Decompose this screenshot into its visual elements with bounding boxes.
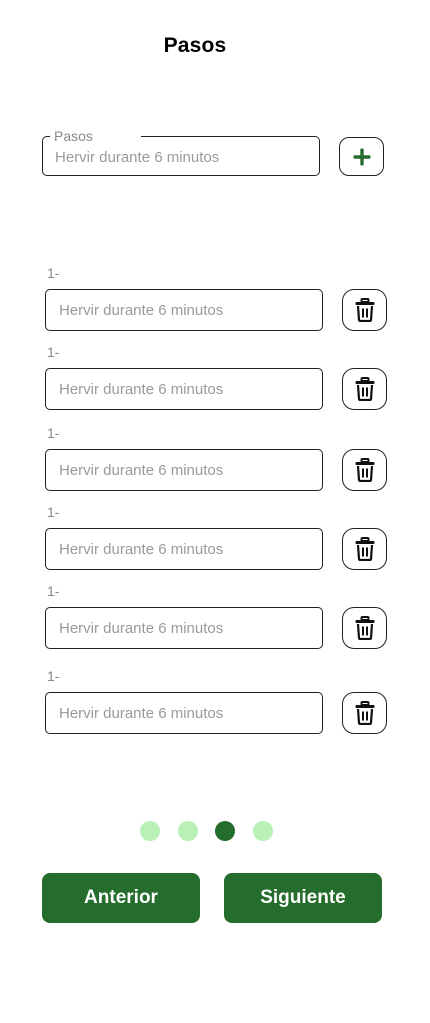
steps-screen: Pasos Pasos 1- 1- 1- 1- 1- 1- Anterior Siguie… (0, 0, 430, 1023)
delete-step-button[interactable] (342, 607, 387, 649)
step-number-label: 1- (47, 344, 60, 360)
step-input[interactable] (45, 692, 323, 734)
add-step-button[interactable] (339, 137, 384, 176)
trash-icon (355, 537, 374, 561)
trash-icon (355, 616, 374, 640)
plus-icon (353, 148, 370, 165)
step-input[interactable] (45, 449, 323, 491)
page-title: Pasos (163, 34, 227, 57)
pagination-dot-active (215, 821, 235, 841)
pagination-dot (178, 821, 198, 841)
delete-step-button[interactable] (342, 692, 387, 734)
trash-icon (355, 458, 374, 482)
step-entry-input[interactable] (55, 149, 305, 166)
delete-step-button[interactable] (342, 449, 387, 491)
step-number-label: 1- (47, 504, 60, 520)
delete-step-button[interactable] (342, 368, 387, 410)
trash-icon (355, 298, 374, 322)
step-number-label: 1- (47, 668, 60, 684)
next-button[interactable]: Siguiente (224, 873, 382, 923)
trash-icon (355, 701, 374, 725)
step-input[interactable] (45, 368, 323, 410)
pagination-dot (253, 821, 273, 841)
previous-button[interactable]: Anterior (42, 873, 200, 923)
step-input[interactable] (45, 607, 323, 649)
step-number-label: 1- (47, 265, 60, 281)
step-number-label: 1- (47, 425, 60, 441)
step-input[interactable] (45, 289, 323, 331)
step-input[interactable] (45, 528, 323, 570)
trash-icon (355, 377, 374, 401)
step-entry-label: Pasos (50, 128, 141, 144)
step-number-label: 1- (47, 583, 60, 599)
delete-step-button[interactable] (342, 289, 387, 331)
pagination-dot (140, 821, 160, 841)
delete-step-button[interactable] (342, 528, 387, 570)
step-entry-field[interactable]: Pasos (42, 128, 320, 176)
